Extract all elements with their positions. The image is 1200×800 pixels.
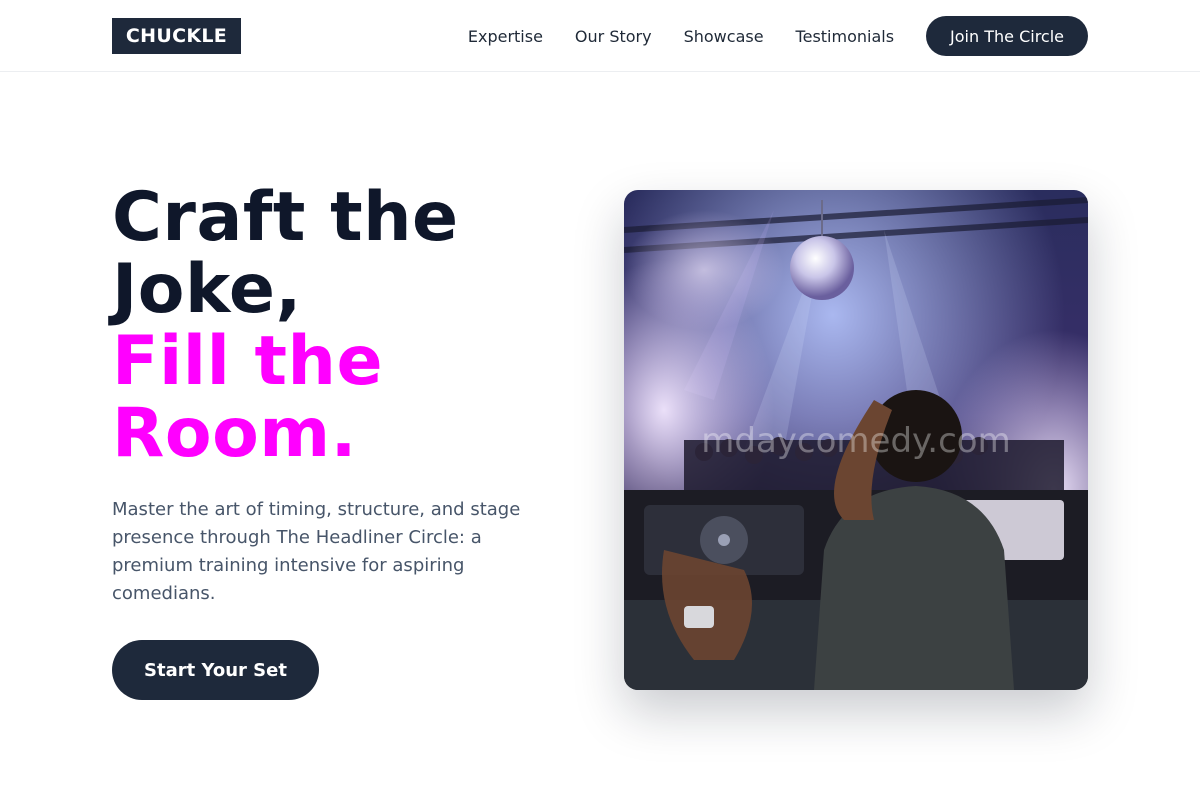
nav-link-expertise[interactable]: Expertise <box>468 27 543 46</box>
club-photo-illustration: mdaycomedy.com <box>624 190 1088 690</box>
logo[interactable]: CHUCKLE <box>112 18 241 54</box>
hero-headline: Craft the Joke, Fill the Room. <box>112 182 572 470</box>
nav-link-testimonials[interactable]: Testimonials <box>796 27 895 46</box>
hero-subtext: Master the art of timing, structure, and… <box>112 499 521 604</box>
start-your-set-button[interactable]: Start Your Set <box>112 640 319 700</box>
join-circle-button[interactable]: Join The Circle <box>926 16 1088 56</box>
site-header: CHUCKLE Expertise Our Story Showcase Tes… <box>0 0 1200 72</box>
headline-accent-line-1: Fill the <box>112 322 384 401</box>
main-nav: Expertise Our Story Showcase Testimonial… <box>468 16 1088 56</box>
nav-link-our-story[interactable]: Our Story <box>575 27 652 46</box>
hero-content: Craft the Joke, Fill the Room. Master th… <box>112 182 572 700</box>
hero-image: mdaycomedy.com <box>624 190 1088 690</box>
headline-accent-line-2: Room. <box>112 394 357 473</box>
headline-line-2: Joke, <box>112 250 302 329</box>
nav-link-showcase[interactable]: Showcase <box>684 27 764 46</box>
headline-line-1: Craft the <box>112 178 459 257</box>
image-watermark: mdaycomedy.com <box>701 421 1010 461</box>
